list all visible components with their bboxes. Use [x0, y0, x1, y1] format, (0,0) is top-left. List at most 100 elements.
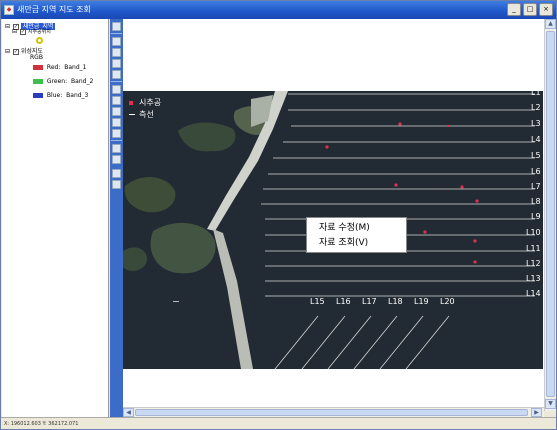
point-symbol-icon	[36, 37, 43, 44]
line-label: L17	[362, 297, 377, 306]
scroll-left-icon[interactable]: ◀	[123, 408, 134, 417]
band-blue: Blue: Band_3	[33, 92, 88, 99]
app-icon: ◆	[4, 5, 14, 15]
borehole-point[interactable]	[446, 124, 450, 128]
map-legend: 시추공 측선	[129, 97, 161, 121]
full-extent-icon[interactable]	[112, 59, 121, 68]
island-shape	[123, 247, 148, 271]
line-label: L14	[526, 289, 541, 298]
borehole-point[interactable]	[473, 239, 477, 243]
horizontal-scrollbar[interactable]: ◀ ▶	[123, 407, 544, 417]
survey-line[interactable]	[327, 315, 372, 369]
layer-panel: ⊟ ✓ 새만금_지역 ⊟ ✓ 시추공위치 ⊟ ✓ 위성지도 RGB Red: B…	[2, 19, 109, 417]
band-name: Band_2	[71, 78, 94, 85]
line-label: L7	[531, 182, 541, 191]
measure-icon[interactable]	[112, 107, 121, 116]
layer-item-borehole[interactable]: ⊟ ✓ 시추공위치	[12, 28, 51, 35]
band-channel: Blue:	[46, 92, 63, 99]
scroll-thumb[interactable]	[135, 409, 528, 416]
line-icon	[129, 114, 135, 115]
band-channel: Red:	[46, 64, 61, 71]
borehole-point[interactable]	[394, 183, 398, 187]
pan-icon[interactable]	[112, 22, 121, 31]
menu-item-view-data[interactable]: 자료 조회(V)	[319, 236, 368, 250]
seawall-shape	[213, 229, 253, 369]
line-label: L1	[531, 91, 541, 97]
collapse-icon[interactable]: ⊟	[5, 23, 11, 30]
band-red: Red: Band_1	[33, 64, 87, 71]
coordinate-readout: X: 196012.603 Y: 362172.071	[4, 421, 79, 427]
survey-line[interactable]	[301, 315, 346, 369]
identify-icon[interactable]	[112, 96, 121, 105]
line-label: L15	[310, 297, 325, 306]
edit-icon[interactable]	[112, 180, 121, 189]
divider	[111, 81, 122, 82]
scroll-down-icon[interactable]: ▼	[545, 399, 556, 409]
borehole-point[interactable]	[398, 122, 402, 126]
band-name: Band_1	[64, 64, 87, 71]
borehole-point[interactable]	[473, 260, 477, 264]
collapse-icon[interactable]: ⊟	[12, 28, 18, 35]
context-menu: 자료 수정(M) 자료 조회(V)	[306, 217, 407, 253]
map-marker	[173, 301, 179, 302]
print-icon[interactable]	[112, 129, 121, 138]
close-button[interactable]: ×	[539, 3, 553, 16]
globe-icon[interactable]	[112, 70, 121, 79]
line-label: L10	[526, 228, 541, 237]
borehole-symbol	[36, 37, 43, 44]
band-name: Band_3	[66, 92, 89, 99]
green-swatch-icon	[33, 79, 43, 84]
band-green: Green: Band_2	[33, 78, 93, 85]
window-controls: _ □ ×	[507, 3, 553, 16]
status-bar: X: 196012.603 Y: 362172.071	[1, 417, 556, 429]
survey-lines	[261, 93, 535, 297]
scroll-up-icon[interactable]: ▲	[545, 19, 556, 29]
zoom-out-icon[interactable]	[112, 48, 121, 57]
survey-line[interactable]	[379, 315, 424, 369]
divider	[111, 33, 122, 34]
line-label: L20	[440, 297, 455, 306]
line-label: L3	[531, 119, 541, 128]
minimize-button[interactable]: _	[507, 3, 521, 16]
divider	[111, 140, 122, 141]
info-icon[interactable]	[112, 169, 121, 178]
island-shape	[124, 176, 176, 213]
layer-icon[interactable]	[112, 144, 121, 153]
menu-item-edit-data[interactable]: 자료 수정(M)	[319, 221, 370, 235]
survey-line[interactable]	[274, 315, 319, 369]
scroll-right-icon[interactable]: ▶	[531, 408, 542, 417]
survey-line[interactable]	[353, 315, 398, 369]
borehole-point[interactable]	[325, 145, 329, 149]
app-window: ◆ 새만금 지역 지도 조회 _ □ × ⊟ ✓ 새만금_지역 ⊟ ✓ 시추공위…	[0, 0, 557, 430]
line-label: L11	[526, 244, 541, 253]
add-data-icon[interactable]	[112, 118, 121, 127]
scroll-thumb[interactable]	[546, 31, 555, 397]
borehole-point[interactable]	[460, 185, 464, 189]
collapse-icon[interactable]: ⊟	[5, 48, 11, 55]
maximize-button[interactable]: □	[523, 3, 537, 16]
legend-label: 시추공	[139, 98, 162, 107]
line-label: L13	[526, 274, 541, 283]
line-label: L6	[531, 167, 541, 176]
map-view[interactable]: 시추공 측선 L1 L2 L3 L4 L5 L6 L7 L8 L9 L10 L1…	[123, 19, 544, 411]
line-label: L5	[531, 151, 541, 160]
select-icon[interactable]	[112, 85, 121, 94]
window-title: 새만금 지역 지도 조회	[17, 5, 91, 14]
borehole-point[interactable]	[423, 230, 427, 234]
legend-item-line: 측선	[129, 109, 161, 121]
vertical-scrollbar[interactable]: ▲ ▼	[544, 19, 556, 411]
line-label: L18	[388, 297, 403, 306]
settings-icon[interactable]	[112, 155, 121, 164]
island-shape	[178, 122, 236, 152]
zoom-in-icon[interactable]	[112, 37, 121, 46]
line-label: L2	[531, 103, 541, 112]
borehole-point[interactable]	[475, 199, 479, 203]
layer-checkbox[interactable]: ✓	[12, 48, 19, 55]
rgb-label: RGB	[30, 54, 43, 61]
diagonal-survey-lines	[274, 315, 450, 369]
line-label: L9	[531, 212, 541, 221]
survey-line[interactable]	[405, 315, 450, 369]
layer-label: 시추공위치	[27, 29, 51, 35]
layer-checkbox[interactable]: ✓	[19, 28, 26, 35]
line-label: L12	[526, 259, 541, 268]
